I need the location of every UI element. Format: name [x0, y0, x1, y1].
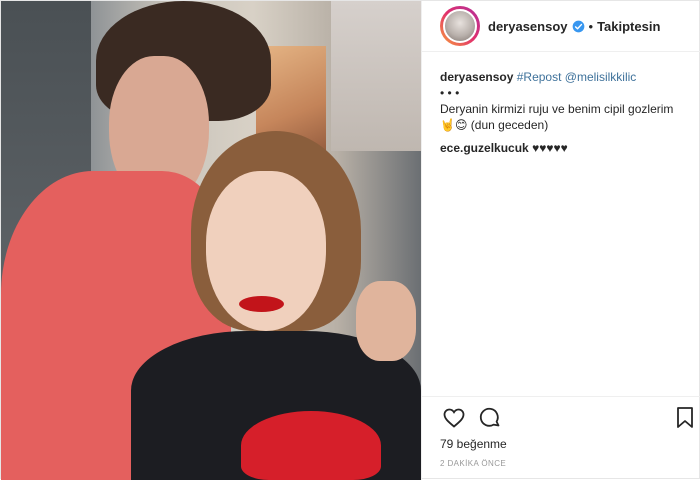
post-timestamp[interactable]: 2 DAKİKA ÖNCE [440, 459, 506, 468]
comment-item: ece.guzelkucuk ♥♥♥♥♥ [440, 141, 690, 155]
photo-tshirt-print [241, 411, 381, 480]
caption-emoji: 🤘😊 [440, 118, 468, 132]
comment-icon[interactable] [478, 406, 502, 430]
caption-line-1: deryasensoy #Repost @melisilkkilic [440, 69, 690, 85]
caption-mention[interactable]: @melisilkkilic [565, 70, 637, 84]
caption-text-line-1: Deryanin kirmizi ruju ve benim cipil goz… [440, 102, 674, 116]
likes-count[interactable]: 79 beğenme [440, 437, 507, 451]
post-caption: deryasensoy #Repost @melisilkkilic • • •… [440, 69, 690, 133]
caption-text-line-2: (dun geceden) [470, 118, 549, 132]
caption-line-2: 🤘😊 (dun geceden) [440, 117, 690, 133]
caption-dots: • • • [440, 86, 460, 100]
follow-status-button[interactable]: Takiptesin [597, 19, 660, 34]
photo-window [331, 1, 421, 151]
avatar[interactable] [443, 9, 477, 43]
avatar-story-ring[interactable] [440, 6, 480, 46]
header-username[interactable]: deryasensoy [488, 19, 568, 34]
post-photo[interactable] [1, 1, 421, 480]
heart-icon[interactable] [442, 406, 466, 430]
post-header: deryasensoy • Takiptesin [422, 1, 700, 52]
comment-username[interactable]: ece.guzelkucuk [440, 141, 529, 155]
bookmark-icon[interactable] [676, 406, 694, 430]
header-separator: • [588, 18, 594, 34]
post-actions-bar [422, 396, 700, 432]
instagram-post: deryasensoy • Takiptesin deryasensoy #Re… [0, 0, 700, 480]
verified-badge-icon [572, 20, 584, 32]
caption-hashtag[interactable]: #Repost [517, 70, 562, 84]
post-side-panel: deryasensoy • Takiptesin deryasensoy #Re… [421, 1, 700, 480]
photo-hand [356, 281, 416, 361]
caption-username[interactable]: deryasensoy [440, 70, 513, 84]
photo-person-right-lips [239, 296, 284, 312]
comment-text: ♥♥♥♥♥ [532, 141, 568, 155]
